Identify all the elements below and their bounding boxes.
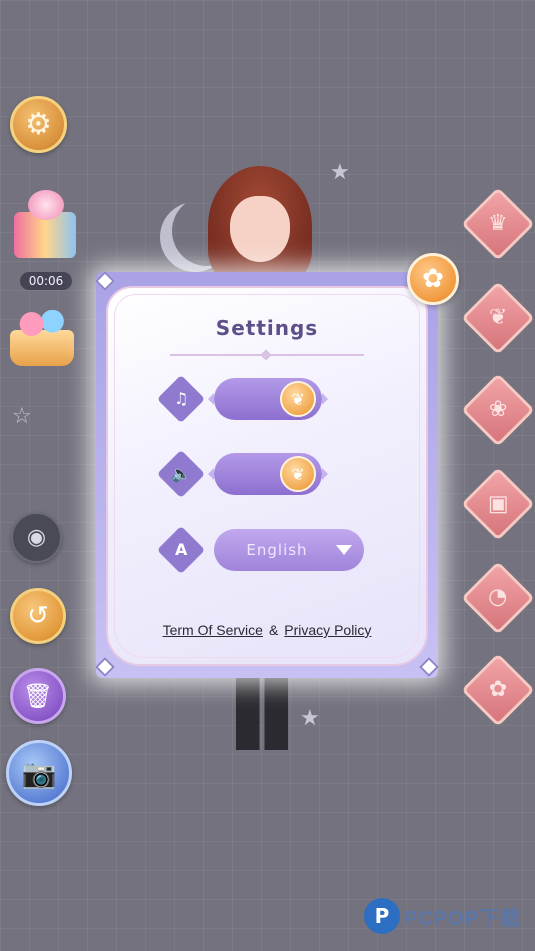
language-icon: A bbox=[174, 539, 188, 559]
speaker-icon: 🔈 bbox=[171, 463, 191, 483]
toggle-arrow-left bbox=[208, 468, 214, 480]
gear-icon: ⚙ bbox=[25, 106, 52, 142]
cat-icon: ❀ bbox=[488, 397, 508, 422]
gift-box-button[interactable] bbox=[10, 190, 82, 268]
undo-icon: ↺ bbox=[27, 601, 49, 631]
watermark: P PCPOP下载 bbox=[364, 896, 528, 936]
undo-button[interactable]: ↺ bbox=[10, 588, 66, 644]
legal-links: Term Of Service & Privacy Policy bbox=[96, 622, 438, 638]
corner-ornament bbox=[95, 657, 115, 677]
watermark-text: PCPOP下载 bbox=[404, 907, 522, 930]
star-decoration: ☆ bbox=[12, 404, 32, 429]
character-legs bbox=[236, 676, 288, 750]
toggle-arrow-right bbox=[322, 393, 328, 405]
sound-toggle-knob[interactable]: ❦ bbox=[280, 456, 316, 492]
star-decoration: ★ bbox=[330, 160, 350, 185]
butterfly-icon: ❦ bbox=[291, 389, 305, 409]
music-toggle[interactable]: ❦ bbox=[208, 378, 328, 420]
links-separator: & bbox=[268, 622, 279, 638]
trash-icon: 🗑 bbox=[22, 682, 54, 710]
preview-button[interactable]: ◉ bbox=[11, 512, 62, 563]
gift-bow-icon bbox=[28, 190, 64, 220]
shop-cart-button[interactable] bbox=[6, 306, 78, 376]
camera-icon: 📷 bbox=[21, 756, 57, 790]
settings-button[interactable]: ⚙ bbox=[10, 96, 67, 153]
music-note-icon: ♫ bbox=[173, 389, 189, 408]
gift-timer: 00:06 bbox=[20, 272, 72, 290]
butterfly-icon: ❦ bbox=[291, 464, 305, 484]
dress-icon: ♛ bbox=[488, 210, 508, 236]
cart-items-icon bbox=[16, 310, 68, 338]
music-toggle-knob[interactable]: ❦ bbox=[280, 381, 316, 417]
toggle-arrow-right bbox=[322, 468, 328, 480]
terms-of-service-link[interactable]: Term Of Service bbox=[163, 622, 263, 638]
toggle-arrow-left bbox=[208, 393, 214, 405]
privacy-policy-link[interactable]: Privacy Policy bbox=[284, 622, 371, 638]
eye-icon: ◉ bbox=[26, 525, 47, 550]
character-face bbox=[230, 196, 290, 262]
delete-button[interactable]: 🗑 bbox=[10, 668, 66, 724]
settings-title: Settings bbox=[215, 316, 319, 340]
close-dialog-button[interactable]: ✿ bbox=[407, 253, 459, 305]
star-decoration: ★ bbox=[300, 706, 320, 731]
butterfly-icon: ❦ bbox=[488, 305, 508, 330]
camera-button[interactable]: 📷 bbox=[6, 740, 72, 806]
frame-icon: ▣ bbox=[487, 490, 509, 516]
language-select[interactable]: English bbox=[214, 529, 364, 571]
watermark-logo: P bbox=[364, 898, 400, 934]
chevron-down-icon bbox=[336, 545, 352, 555]
corner-ornament bbox=[95, 271, 115, 291]
close-icon: ✿ bbox=[422, 264, 444, 294]
corner-ornament bbox=[419, 657, 439, 677]
hat-icon: ◔ bbox=[488, 584, 508, 610]
language-select-value: English bbox=[246, 541, 308, 559]
flower-icon: ✿ bbox=[488, 677, 508, 702]
settings-dialog: Settings ♫ ❦ 🔈 ❦ A English Term Of Servi… bbox=[95, 271, 439, 678]
sound-toggle[interactable]: ❦ bbox=[208, 453, 328, 495]
